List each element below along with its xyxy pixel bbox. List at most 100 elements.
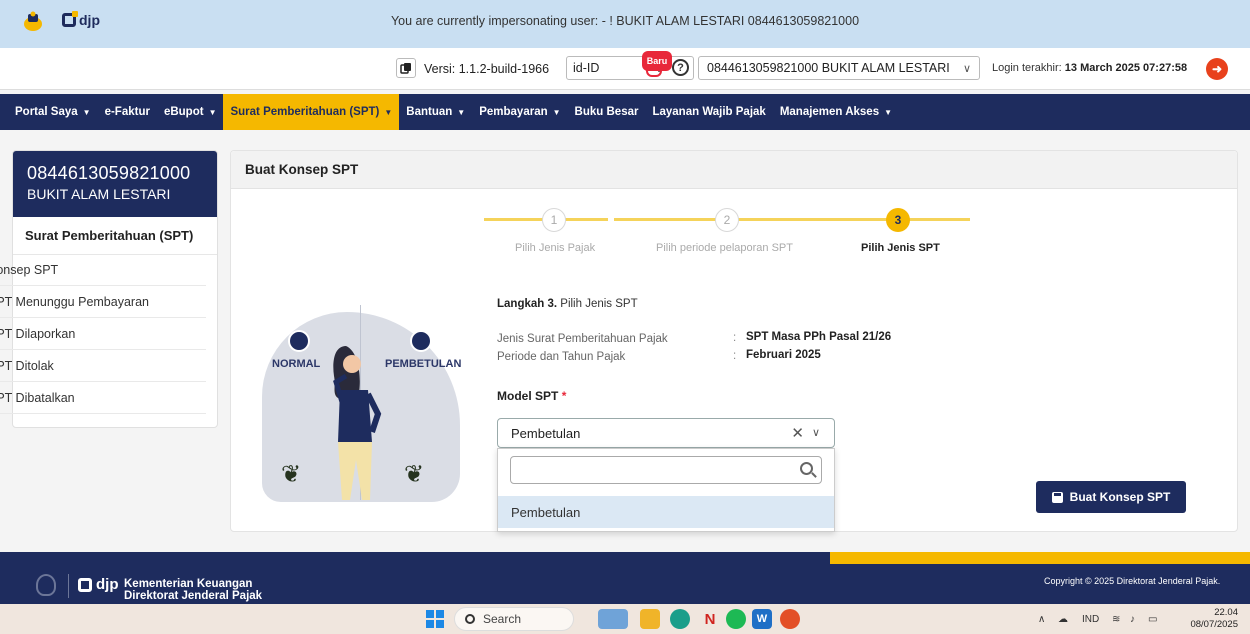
- file-explorer-icon[interactable]: [640, 609, 660, 629]
- volume-icon[interactable]: ♪: [1130, 614, 1135, 625]
- buat-konsep-spt-label: Buat Konsep SPT: [1069, 490, 1171, 504]
- tray-language[interactable]: IND: [1082, 614, 1099, 625]
- version-label: Versi: 1.1.2-build-1966: [424, 62, 550, 76]
- nav-pembayaran[interactable]: Pembayaran ▼: [472, 94, 567, 130]
- clear-icon[interactable]: ✕: [791, 424, 804, 442]
- language-value: id-ID: [573, 61, 600, 75]
- caret-down-icon: ▼: [457, 107, 466, 117]
- whatsapp-icon[interactable]: [670, 609, 690, 629]
- sidebar-taxpayer-header: 0844613059821000 BUKIT ALAM LESTARI: [13, 151, 217, 217]
- step-1-label: Pilih Jenis Pajak: [515, 242, 596, 254]
- nav-ebupot[interactable]: eBupot ▼: [157, 94, 224, 130]
- periode-label: Periode dan Tahun Pajak: [497, 351, 626, 363]
- sidebar-taxpayer-name: BUKIT ALAM LESTARI: [27, 186, 171, 202]
- jenis-spt-label: Jenis Surat Pemberitahuan Pajak: [497, 333, 668, 345]
- step-1-circle: 1: [542, 208, 566, 232]
- nav-efaktur[interactable]: e-Faktur: [98, 94, 157, 130]
- taskbar-clock[interactable]: 22.04 08/07/2025: [1188, 607, 1238, 631]
- djp-logo[interactable]: djp: [62, 11, 100, 28]
- logout-button[interactable]: ➜: [1206, 58, 1228, 80]
- main-navbar: Portal Saya ▼ e-Faktur eBupot ▼ Surat Pemb…: [0, 94, 1250, 130]
- step-heading: Langkah 3. Pilih Jenis SPT: [497, 298, 638, 310]
- nav-spt[interactable]: Surat Pemberitahuan (SPT) ▼: [223, 94, 400, 130]
- sidebar-section-title: Surat Pemberitahuan (SPT): [13, 217, 217, 255]
- copy-version-button[interactable]: [396, 58, 416, 78]
- sidebar-npwp: 0844613059821000: [27, 163, 191, 183]
- nav-portal-saya[interactable]: Portal Saya ▼: [8, 94, 98, 130]
- jenis-spt-value: SPT Masa PPh Pasal 21/26: [746, 331, 892, 343]
- djp-logo-mark-icon: [78, 577, 92, 592]
- stepper-line: [614, 218, 722, 221]
- copy-icon: [400, 63, 411, 74]
- model-spt-select[interactable]: Pembetulan ✕ ∨: [497, 418, 835, 448]
- buat-konsep-spt-button[interactable]: Buat Konsep SPT: [1036, 481, 1186, 513]
- illustration-normal-label: NORMAL: [272, 358, 321, 370]
- nav-buku-besar[interactable]: Buku Besar: [568, 94, 646, 130]
- footer-djp-logo: djp: [78, 576, 119, 593]
- save-icon: [1051, 491, 1063, 503]
- sidebar-item-spt-dibatalkan[interactable]: SPT Dibatalkan: [0, 382, 206, 414]
- chevron-down-icon[interactable]: ∨: [812, 426, 820, 439]
- logout-icon: ➜: [1211, 62, 1223, 76]
- impersonation-text: You are currently impersonating user: - …: [390, 14, 860, 28]
- periode-value: Februari 2025: [746, 349, 821, 361]
- page-title: Buat Konsep SPT: [231, 151, 1237, 189]
- nav-manajemen-akses[interactable]: Manajemen Akses ▼: [773, 94, 899, 130]
- periode-colon: :: [733, 350, 737, 362]
- model-spt-label: Model SPT *: [497, 389, 567, 403]
- illustration-pembetulan-label: PEMBETULAN: [385, 358, 462, 370]
- footer-org-name: Kementerian Keuangan Direktorat Jenderal…: [124, 578, 263, 602]
- sidebar-item-spt-ditolak[interactable]: SPT Ditolak: [0, 350, 206, 382]
- bell-icon[interactable]: [646, 67, 662, 77]
- step-2-label: Pilih periode pelaporan SPT: [656, 242, 793, 254]
- chrome-icon[interactable]: [780, 609, 800, 629]
- taskbar-search[interactable]: Search: [454, 607, 574, 631]
- step-prefix: Langkah 3.: [497, 298, 558, 310]
- sidebar-item-spt-dilaporkan[interactable]: SPT Dilaporkan: [0, 318, 206, 350]
- caret-down-icon: ▼: [82, 107, 91, 117]
- nav-layanan-wajib-pajak[interactable]: Layanan Wajib Pajak: [645, 94, 772, 130]
- netflix-icon[interactable]: N: [700, 609, 720, 629]
- wifi-icon[interactable]: ≋: [1112, 614, 1120, 625]
- step-3-label: Pilih Jenis SPT: [861, 242, 940, 254]
- step-3-circle: 3: [886, 208, 910, 232]
- plant-icon: ❦: [281, 461, 302, 488]
- help-icon[interactable]: ?: [672, 59, 689, 76]
- required-mark: *: [561, 389, 567, 403]
- widgets-icon[interactable]: [598, 609, 628, 629]
- model-spt-value: Pembetulan: [511, 425, 581, 441]
- stepper-line: [736, 218, 970, 221]
- sidebar-item-konsep-spt[interactable]: Konsep SPT: [0, 254, 206, 286]
- last-login-info: Login terakhir: 13 March 2025 07:27:58: [992, 62, 1187, 74]
- clock-date: 08/07/2025: [1190, 619, 1238, 630]
- ministry-crest-icon: [24, 11, 42, 31]
- normal-dot-icon: [288, 330, 310, 352]
- last-login-value: 13 March 2025 07:27:58: [1064, 62, 1188, 74]
- pembetulan-dot-icon: [410, 330, 432, 352]
- caret-down-icon: ▼: [552, 107, 561, 117]
- word-icon[interactable]: W: [752, 609, 772, 629]
- caret-down-icon: ▼: [384, 107, 393, 117]
- step-2-circle: 2: [715, 208, 739, 232]
- battery-icon[interactable]: ▭: [1148, 614, 1157, 625]
- thinking-woman-illustration-icon: [333, 346, 382, 500]
- sidebar-item-spt-menunggu-pembayaran[interactable]: SPT Menunggu Pembayaran: [0, 286, 206, 318]
- windows-start-icon[interactable]: [426, 610, 444, 628]
- copyright-text: Copyright © 2025 Direktorat Jenderal Paj…: [1044, 576, 1221, 586]
- taxpayer-select[interactable]: 0844613059821000 BUKIT ALAM LESTARI ∨: [698, 56, 980, 80]
- dropdown-search-input[interactable]: [510, 456, 822, 484]
- spotify-icon[interactable]: [726, 609, 746, 629]
- djp-logo-text: djp: [79, 12, 100, 28]
- nav-bantuan[interactable]: Bantuan ▼: [399, 94, 472, 130]
- cloud-icon[interactable]: ☁: [1058, 614, 1068, 625]
- dropdown-option-pembetulan[interactable]: Pembetulan: [498, 496, 834, 528]
- jenis-spt-colon: :: [733, 332, 737, 344]
- footer: djp Kementerian Keuangan Direktorat Jend…: [0, 552, 1250, 604]
- plant-icon: ❦: [404, 461, 425, 488]
- last-login-label: Login terakhir:: [992, 62, 1062, 74]
- caret-down-icon: ▼: [208, 107, 217, 117]
- step-title: Pilih Jenis SPT: [560, 298, 638, 310]
- caret-down-icon: ▼: [884, 107, 893, 117]
- djp-logo-mark-icon: [62, 11, 78, 27]
- tray-chevron-up-icon[interactable]: ∧: [1038, 614, 1045, 625]
